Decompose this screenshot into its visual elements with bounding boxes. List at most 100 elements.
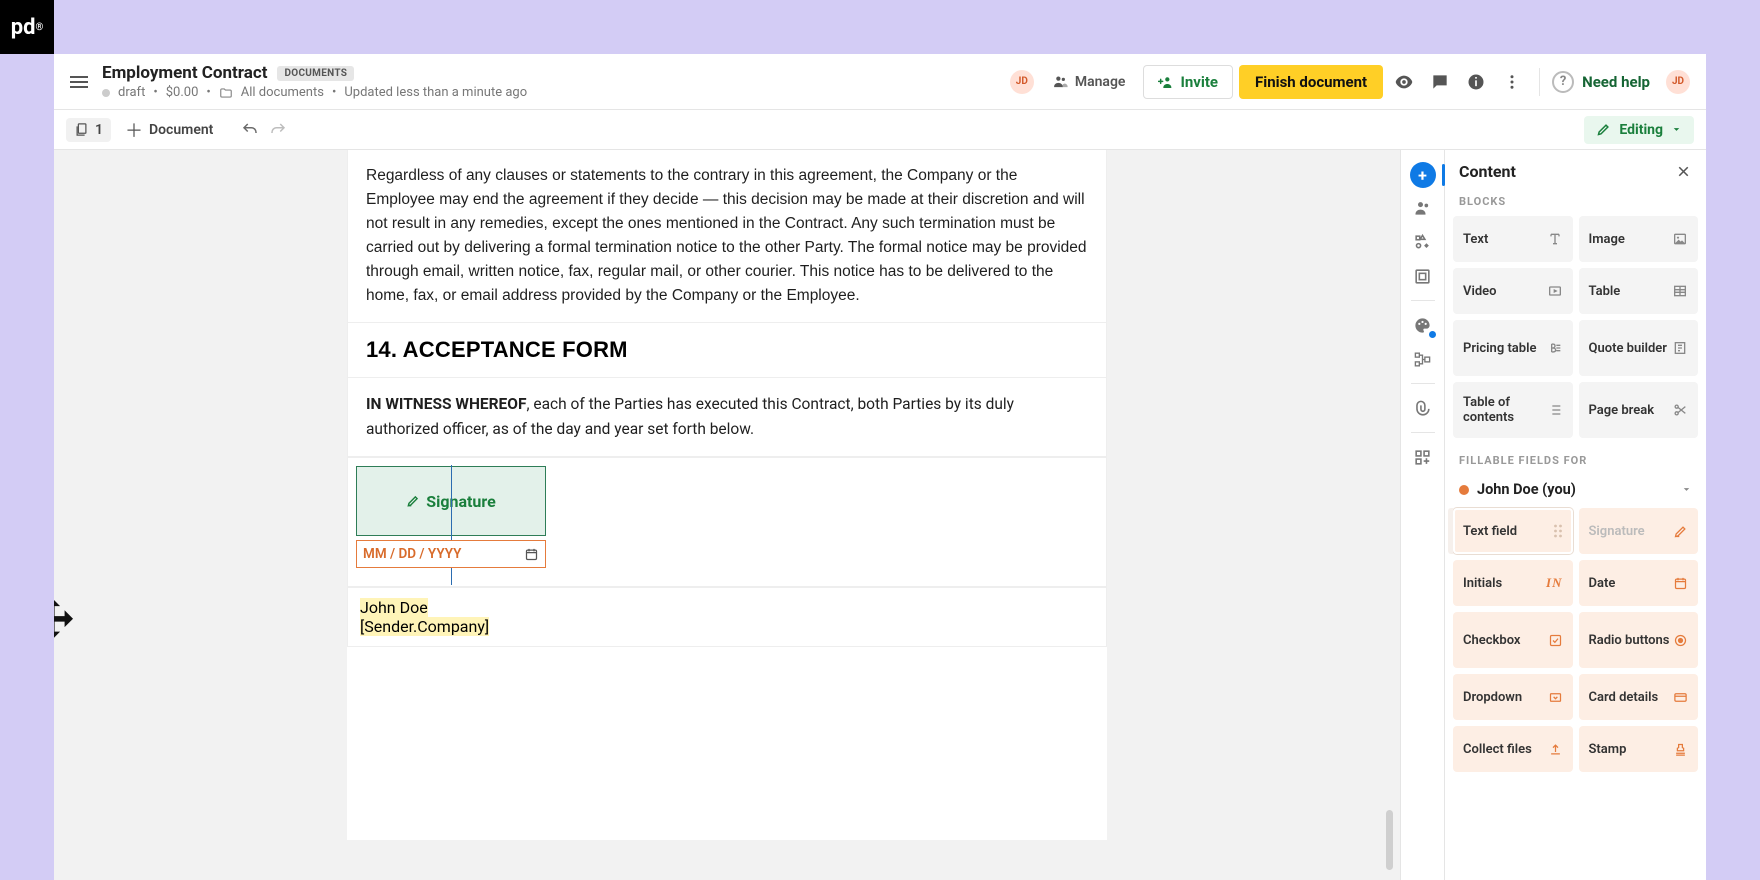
preview-button[interactable] xyxy=(1389,67,1419,97)
need-help-button[interactable]: ? Need help xyxy=(1552,71,1650,93)
signature-block[interactable]: Signature MM / DD / YYYY xyxy=(347,457,1107,587)
document-title[interactable]: Employment Contract xyxy=(102,63,267,83)
field-checkbox[interactable]: Checkbox xyxy=(1453,612,1573,668)
termination-paragraph[interactable]: Regardless of any clauses or statements … xyxy=(366,164,1088,308)
section-heading[interactable]: 14. ACCEPTANCE FORM xyxy=(366,337,1088,363)
toc-icon xyxy=(1547,402,1563,418)
table-icon xyxy=(1672,283,1688,299)
signer-name: John Doe xyxy=(360,598,428,617)
block-video[interactable]: Video xyxy=(1453,268,1573,314)
scrollbar[interactable] xyxy=(1386,810,1393,870)
comments-button[interactable] xyxy=(1425,67,1455,97)
rail-add-button[interactable]: + xyxy=(1410,162,1436,188)
field-card[interactable]: Card details xyxy=(1579,674,1699,720)
pages-icon xyxy=(74,122,89,137)
status-dot xyxy=(102,89,110,97)
rail-recipients[interactable] xyxy=(1409,194,1437,222)
add-document-button[interactable]: ＋ Document xyxy=(125,117,213,143)
top-bar: Employment Contract DOCUMENTS draft • $0… xyxy=(54,54,1706,110)
rail-automation[interactable] xyxy=(1409,345,1437,373)
avatar-chip[interactable]: JD xyxy=(1010,70,1034,94)
date-field[interactable]: MM / DD / YYYY xyxy=(356,540,546,568)
rail-design[interactable] xyxy=(1409,262,1437,290)
content-panel: Content BLOCKS Text Image Video Table Pr… xyxy=(1444,150,1706,880)
finish-button[interactable]: Finish document xyxy=(1239,65,1383,99)
block-toc[interactable]: Table of contents xyxy=(1453,382,1573,438)
mode-switch[interactable]: Editing xyxy=(1584,116,1694,144)
add-person-icon xyxy=(1158,74,1174,90)
text-icon xyxy=(1547,231,1563,247)
field-initials[interactable]: InitialsIN xyxy=(1453,560,1573,606)
rail-variables[interactable] xyxy=(1409,228,1437,256)
panel-title: Content xyxy=(1459,162,1516,181)
field-signature[interactable]: Signature xyxy=(1579,508,1699,554)
undo-icon xyxy=(241,121,259,139)
eye-icon xyxy=(1393,71,1415,93)
apps-icon xyxy=(1413,448,1432,467)
user-avatar[interactable]: JD xyxy=(1666,70,1690,94)
close-panel-button[interactable] xyxy=(1675,163,1692,180)
undo-button[interactable] xyxy=(241,121,259,139)
breadcrumb[interactable]: All documents xyxy=(241,85,324,100)
comment-icon xyxy=(1430,72,1450,92)
help-icon: ? xyxy=(1552,71,1574,93)
block-pricing-table[interactable]: Pricing table xyxy=(1453,320,1573,376)
scissors-icon xyxy=(1672,402,1688,418)
chevron-down-icon xyxy=(1671,124,1682,135)
brand-logo: pd® xyxy=(0,0,54,54)
more-button[interactable] xyxy=(1497,67,1527,97)
documents-badge: DOCUMENTS xyxy=(277,66,354,81)
app-window: Employment Contract DOCUMENTS draft • $0… xyxy=(54,54,1706,880)
move-handle[interactable] xyxy=(54,595,79,650)
pencil-icon xyxy=(1596,122,1611,137)
field-dropdown[interactable]: Dropdown xyxy=(1453,674,1573,720)
plus-icon: ＋ xyxy=(125,117,143,143)
status-text: draft xyxy=(118,85,145,100)
pricing-icon xyxy=(1547,340,1563,356)
radio-icon xyxy=(1673,633,1688,648)
document-canvas[interactable]: Regardless of any clauses or statements … xyxy=(54,150,1400,880)
assignee-color xyxy=(1459,485,1469,495)
field-date[interactable]: Date xyxy=(1579,560,1699,606)
witness-paragraph[interactable]: IN WITNESS WHEREOF, each of the Parties … xyxy=(366,392,1088,442)
updated-text: Updated less than a minute ago xyxy=(344,85,527,100)
block-table[interactable]: Table xyxy=(1579,268,1699,314)
image-icon xyxy=(1672,231,1688,247)
menu-button[interactable] xyxy=(70,73,88,91)
field-text[interactable]: Text field xyxy=(1453,508,1573,554)
signature-field[interactable]: Signature xyxy=(356,466,546,536)
signature-icon xyxy=(1673,524,1688,539)
signer-name-block[interactable]: John Doe [Sender.Company] xyxy=(347,587,1107,647)
invite-button[interactable]: Invite xyxy=(1143,65,1233,99)
block-text[interactable]: Text xyxy=(1453,216,1573,262)
kebab-icon xyxy=(1503,73,1521,91)
folder-icon xyxy=(219,86,233,100)
field-stamp[interactable]: Stamp xyxy=(1579,726,1699,772)
pages-chip[interactable]: 1 xyxy=(66,118,111,142)
block-page-break[interactable]: Page break xyxy=(1579,382,1699,438)
card-icon xyxy=(1673,690,1688,705)
info-button[interactable] xyxy=(1461,67,1491,97)
amount-text: $0.00 xyxy=(166,85,199,100)
people-icon xyxy=(1413,198,1433,218)
block-image[interactable]: Image xyxy=(1579,216,1699,262)
field-collect-files[interactable]: Collect files xyxy=(1453,726,1573,772)
rail-attachments[interactable] xyxy=(1409,394,1437,422)
close-icon xyxy=(1675,163,1692,180)
checkbox-icon xyxy=(1548,633,1563,648)
block-quote-builder[interactable]: Quote builder xyxy=(1579,320,1699,376)
rail-theme[interactable] xyxy=(1409,311,1437,339)
dropdown-icon xyxy=(1548,690,1563,705)
edit-toolbar: 1 ＋ Document Editing xyxy=(54,110,1706,150)
field-radio[interactable]: Radio buttons xyxy=(1579,612,1699,668)
stamp-icon xyxy=(1673,742,1688,757)
redo-button[interactable] xyxy=(269,121,287,139)
workflow-icon xyxy=(1413,350,1432,369)
rail-apps[interactable] xyxy=(1409,443,1437,471)
redo-icon xyxy=(269,121,287,139)
quote-icon xyxy=(1672,340,1688,356)
plus-icon: + xyxy=(1418,166,1427,185)
frame-icon xyxy=(1413,267,1432,286)
manage-button[interactable]: Manage xyxy=(1040,65,1138,99)
assignee-picker[interactable]: John Doe (you) xyxy=(1445,475,1706,508)
